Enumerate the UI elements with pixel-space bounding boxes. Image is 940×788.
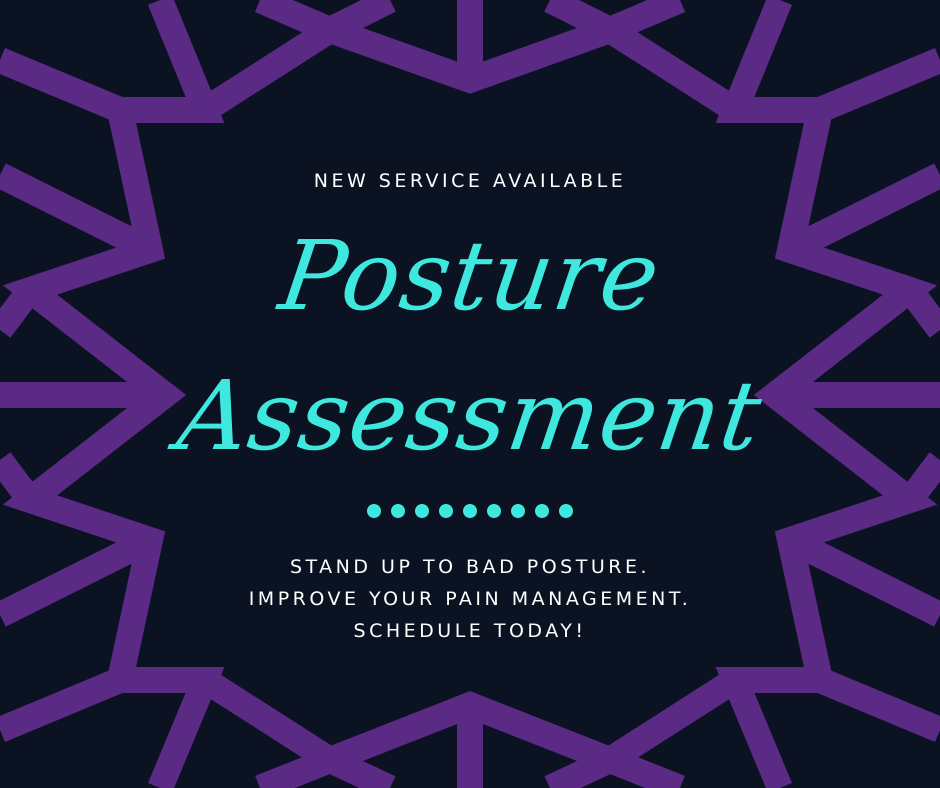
title-line-2: Assessment [171, 360, 769, 472]
divider-dot [439, 504, 453, 518]
body-line-1: STAND UP TO BAD POSTURE. [289, 556, 650, 578]
promo-content: NEW SERVICE AVAILABLE Posture Assessment… [0, 0, 940, 788]
divider-dot [415, 504, 429, 518]
divider-dot [463, 504, 477, 518]
divider-dot [391, 504, 405, 518]
eyebrow-text: NEW SERVICE AVAILABLE [313, 170, 627, 192]
dot-divider-icon [0, 504, 940, 518]
divider-dot [535, 504, 549, 518]
divider-dot [487, 504, 501, 518]
title-line-1: Posture [273, 220, 667, 332]
divider-dot [559, 504, 573, 518]
body-line-3: SCHEDULE TODAY! [353, 620, 587, 642]
body-line-2: IMPROVE YOUR PAIN MANAGEMENT. [248, 588, 692, 610]
divider-dot [367, 504, 381, 518]
divider-dot [511, 504, 525, 518]
promo-canvas: NEW SERVICE AVAILABLE Posture Assessment… [0, 0, 940, 788]
